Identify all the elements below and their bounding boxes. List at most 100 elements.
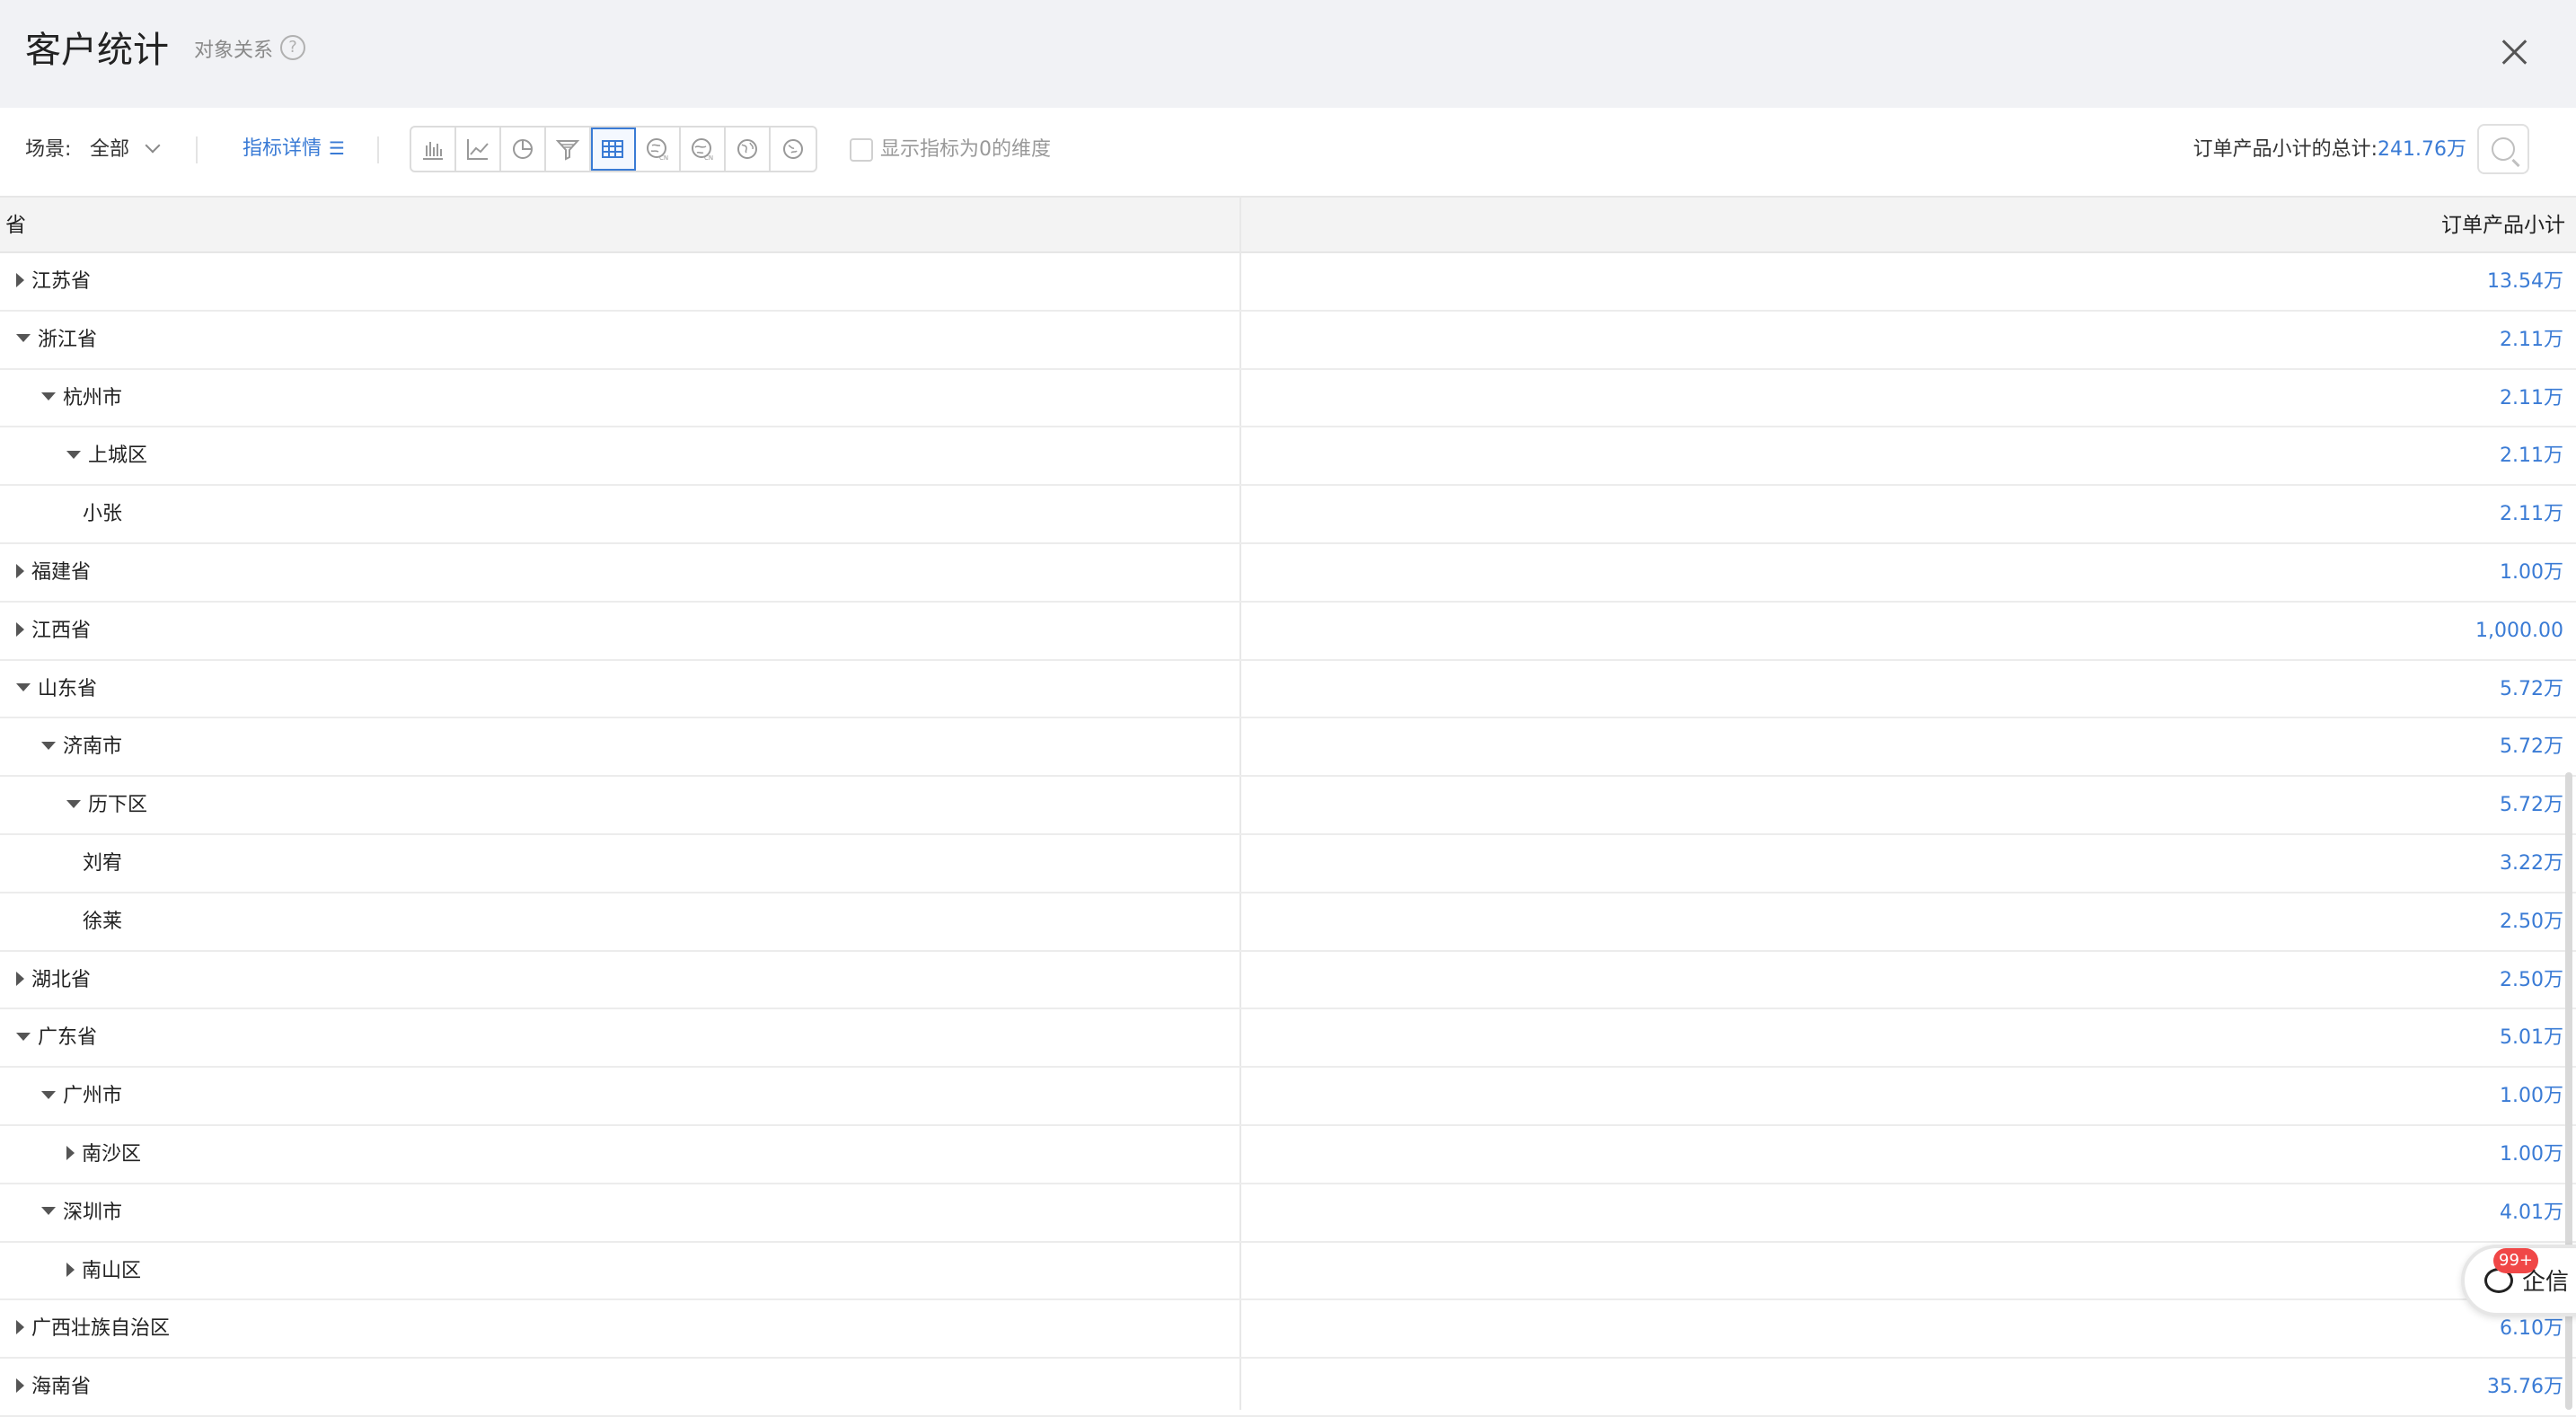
row-value-cell[interactable]: 13.54万	[2487, 253, 2563, 311]
pie-chart-button[interactable]	[501, 128, 546, 171]
table-row[interactable]: 小张 2.11万	[0, 486, 2576, 544]
table-row[interactable]: 广州市 1.00万	[0, 1068, 2576, 1126]
show-zero-label: 显示指标为0的维度	[880, 138, 1051, 161]
list-icon: ☰	[329, 137, 345, 159]
table-row[interactable]: 徐莱 2.50万	[0, 893, 2576, 952]
line-chart-button[interactable]	[456, 128, 501, 171]
row-dimension-cell: 深圳市	[41, 1184, 122, 1242]
chart-type-switcher: CN CN	[410, 126, 817, 172]
table-row[interactable]: 江苏省 13.54万	[0, 253, 2576, 312]
row-value-cell[interactable]: 2.11万	[2500, 370, 2563, 427]
row-label: 江西省	[31, 619, 92, 642]
row-dimension-cell: 江西省	[16, 603, 91, 660]
caret-right-icon[interactable]	[16, 273, 24, 287]
caret-right-icon[interactable]	[66, 1262, 75, 1277]
row-value-cell[interactable]: 3.22万	[2500, 835, 2563, 893]
table-row[interactable]: 福建省 1.00万	[0, 544, 2576, 603]
table-row[interactable]: 深圳市 4.01万	[0, 1184, 2576, 1243]
table-row[interactable]: 广东省 5.01万	[0, 1009, 2576, 1069]
funnel-chart-button[interactable]	[546, 128, 591, 171]
table-row[interactable]: 杭州市 2.11万	[0, 370, 2576, 428]
table-row[interactable]: 山东省 5.72万	[0, 661, 2576, 719]
row-label: 山东省	[38, 677, 98, 700]
caret-right-icon[interactable]	[66, 1145, 75, 1160]
caret-right-icon[interactable]	[16, 621, 24, 637]
table-row[interactable]: 历下区 5.72万	[0, 777, 2576, 835]
china-map-icon: CN	[647, 138, 668, 162]
china-map-alt-button[interactable]: CN	[681, 128, 726, 171]
row-value-cell[interactable]: 2.50万	[2500, 952, 2563, 1009]
grand-total: 订单产品小计的总计:241.76万	[2193, 135, 2466, 165]
divider	[377, 136, 379, 163]
row-dimension-cell: 刘宥	[83, 835, 122, 893]
row-value-cell[interactable]: 5.72万	[2500, 718, 2563, 776]
world-map-button[interactable]	[726, 128, 771, 171]
help-icon[interactable]: ?	[280, 35, 305, 60]
row-dimension-cell: 小张	[83, 486, 122, 543]
table-row[interactable]: 南沙区 1.00万	[0, 1126, 2576, 1184]
table-row[interactable]: 济南市 5.72万	[0, 718, 2576, 778]
caret-down-icon[interactable]	[16, 683, 31, 692]
table-row[interactable]: 江西省 1,000.00	[0, 603, 2576, 661]
row-dimension-cell: 浙江省	[16, 312, 97, 369]
row-value-cell[interactable]: 5.72万	[2500, 661, 2563, 718]
caret-down-icon[interactable]	[66, 799, 81, 808]
pie-chart-icon	[513, 139, 533, 159]
china-map-button[interactable]: CN	[636, 128, 681, 171]
caret-right-icon[interactable]	[16, 1320, 24, 1335]
row-value-cell[interactable]: 2.11万	[2500, 312, 2563, 369]
row-label: 福建省	[31, 560, 92, 584]
caret-down-icon[interactable]	[41, 1090, 56, 1099]
caret-down-icon[interactable]	[41, 392, 56, 401]
row-value-cell[interactable]: 5.72万	[2500, 777, 2563, 834]
metric-details-label: 指标详情	[243, 137, 322, 160]
qixin-chat-button[interactable]: 99+ 企信	[2461, 1245, 2576, 1316]
metric-details-button[interactable]: 指标详情 ☰	[243, 133, 345, 164]
table-search-button[interactable]	[2477, 124, 2529, 174]
show-zero-checkbox[interactable]	[850, 138, 873, 162]
row-dimension-cell: 福建省	[16, 544, 91, 602]
svg-text:CN: CN	[659, 154, 668, 162]
close-icon[interactable]	[2501, 38, 2529, 66]
table-row[interactable]: 刘宥 3.22万	[0, 835, 2576, 893]
table-row[interactable]: 南山区	[0, 1243, 2576, 1301]
column-header-province[interactable]: 省	[5, 210, 26, 241]
table-row[interactable]: 海南省 35.76万	[0, 1359, 2576, 1417]
row-value-cell[interactable]: 5.01万	[2500, 1009, 2563, 1067]
row-value-cell[interactable]: 1.00万	[2500, 544, 2563, 602]
scene-label: 场景:	[25, 138, 72, 161]
table-row[interactable]: 浙江省 2.11万	[0, 312, 2576, 370]
caret-right-icon[interactable]	[16, 563, 24, 578]
caret-down-icon[interactable]	[16, 334, 31, 343]
grand-total-label: 订单产品小计的总计:	[2192, 138, 2378, 161]
row-value-cell[interactable]: 1.00万	[2500, 1126, 2563, 1184]
scene-select[interactable]: 全部	[90, 135, 161, 165]
world-map-alt-button[interactable]	[771, 128, 816, 171]
row-label: 深圳市	[63, 1201, 123, 1224]
row-value-cell[interactable]: 2.11万	[2500, 427, 2563, 485]
table-row[interactable]: 湖北省 2.50万	[0, 952, 2576, 1010]
table-view-button[interactable]	[591, 128, 636, 171]
caret-right-icon[interactable]	[16, 971, 24, 986]
caret-down-icon[interactable]	[66, 450, 81, 459]
table-row[interactable]: 上城区 2.11万	[0, 427, 2576, 487]
line-chart-icon	[467, 139, 489, 160]
bar-chart-button[interactable]	[411, 128, 456, 171]
column-header-order-subtotal[interactable]: 订单产品小计	[2441, 210, 2565, 241]
row-value-cell[interactable]: 1.00万	[2500, 1068, 2563, 1125]
row-dimension-cell: 湖北省	[16, 952, 91, 1009]
dialog-header: 客户统计 对象关系 ?	[0, 0, 2576, 108]
caret-down-icon[interactable]	[41, 1207, 56, 1216]
object-relation-link[interactable]: 对象关系	[194, 38, 273, 65]
row-value-cell[interactable]: 2.50万	[2500, 893, 2563, 951]
row-value-cell[interactable]: 2.11万	[2500, 486, 2563, 543]
caret-down-icon[interactable]	[41, 741, 56, 750]
table-row[interactable]: 广西壮族自治区 6.10万	[0, 1300, 2576, 1360]
row-value-cell[interactable]: 4.01万	[2500, 1184, 2563, 1242]
row-label: 刘宥	[83, 851, 123, 875]
row-value-cell[interactable]: 1,000.00	[2475, 603, 2563, 660]
caret-right-icon[interactable]	[16, 1378, 24, 1394]
qixin-label: 企信	[2522, 1269, 2570, 1296]
row-value-cell[interactable]: 35.76万	[2487, 1359, 2563, 1416]
caret-down-icon[interactable]	[16, 1032, 31, 1041]
